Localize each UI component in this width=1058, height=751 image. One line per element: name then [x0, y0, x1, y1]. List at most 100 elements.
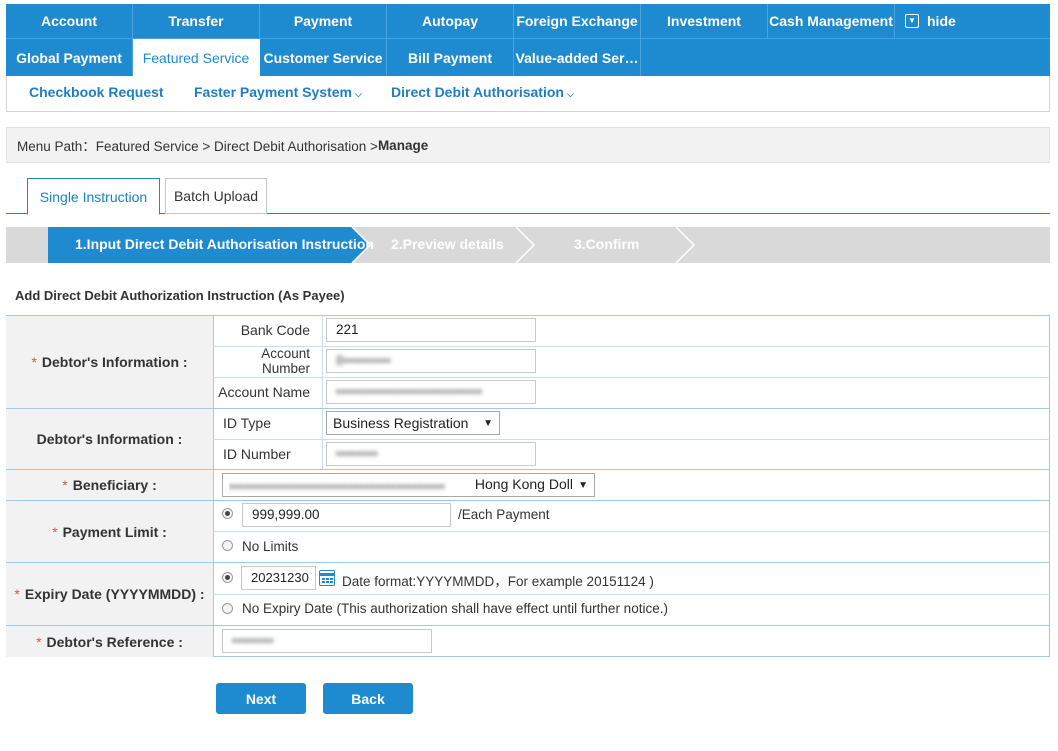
- id-number-input[interactable]: ••••••••: [326, 442, 536, 466]
- required-mark: *: [62, 477, 68, 493]
- each-payment-label: /Each Payment: [458, 507, 550, 522]
- expiry-date-radio[interactable]: [222, 572, 233, 583]
- bank-code-label: Bank Code: [240, 322, 310, 338]
- bank-code-input[interactable]: 221: [326, 318, 536, 342]
- step-indicator: 1.Input Direct Debit Authorisation Instr…: [6, 227, 1050, 263]
- instruction-tabs: Single Instruction Batch Upload: [6, 178, 1050, 215]
- required-mark: *: [31, 354, 37, 370]
- id-type-select[interactable]: Business Registration ▼: [326, 411, 500, 435]
- payment-limit-input[interactable]: 999,999.00: [242, 503, 451, 527]
- subnav-faster-payment-system-label: Faster Payment System: [194, 84, 352, 100]
- row-divider: [6, 562, 1050, 563]
- date-format-hint: Date format:YYYYMMDD，For example 2015112…: [342, 574, 654, 589]
- nav-autopay[interactable]: Autopay: [387, 4, 514, 38]
- no-limits-label: No Limits: [242, 539, 299, 554]
- sub-nav: Checkbook Request Faster Payment System ⌵…: [6, 76, 1050, 112]
- payment-limit-label: * Payment Limit :: [6, 501, 213, 562]
- account-name-input[interactable]: ••••••••••••••••••••••••••••: [326, 380, 536, 404]
- payment-limit-label-text: Payment Limit :: [62, 523, 167, 540]
- subnav-checkbook-request-label: Checkbook Request: [29, 84, 164, 100]
- subnav-faster-payment-system[interactable]: Faster Payment System ⌵: [194, 84, 362, 100]
- nav-cash-management[interactable]: Cash Management: [768, 4, 895, 38]
- step-1-label: 1.Input Direct Debit Authorisation Instr…: [75, 236, 374, 252]
- main-nav-row-1: Account Transfer Payment Autopay Foreign…: [6, 4, 1050, 38]
- calendar-icon[interactable]: [319, 570, 335, 586]
- id-number-value: ••••••••: [336, 446, 378, 461]
- nav-investment[interactable]: Investment: [641, 4, 768, 38]
- row-divider: [6, 625, 1050, 626]
- main-nav: Account Transfer Payment Autopay Foreign…: [6, 4, 1050, 76]
- row-divider: [213, 346, 1050, 347]
- chevron-down-icon: ⌵: [566, 89, 574, 99]
- debtor-info2-label-text: Debtor's Information :: [36, 431, 183, 447]
- nav-customer-service[interactable]: Customer Service: [260, 39, 387, 76]
- breadcrumb-current: Manage: [377, 137, 429, 153]
- subnav-direct-debit-authorisation[interactable]: Direct Debit Authorisation ⌵: [391, 84, 574, 100]
- row-divider: [213, 531, 1050, 532]
- beneficiary-select[interactable]: ••••••••••••••••••••••••••••••••••••••••…: [222, 473, 595, 497]
- nav-transfer[interactable]: Transfer: [133, 4, 260, 38]
- direct-debit-form: * Debtor's Information : Debtor's Inform…: [6, 315, 1050, 657]
- nav-account[interactable]: Account: [6, 4, 133, 38]
- dropdown-arrow-icon: ▼: [483, 417, 493, 429]
- subnav-checkbook-request[interactable]: Checkbook Request: [29, 84, 164, 100]
- nav-bill-payment[interactable]: Bill Payment: [387, 39, 514, 76]
- debtor-info2-label: Debtor's Information :: [6, 409, 213, 469]
- column-divider: [213, 316, 214, 657]
- row-divider: [6, 500, 1050, 501]
- row-divider: [213, 439, 1050, 440]
- dropdown-arrow-icon: ▼: [578, 479, 588, 491]
- chevron-down-icon: ⌵: [354, 89, 362, 99]
- nav-value-added-services[interactable]: Value-added Ser…: [514, 39, 641, 76]
- nav-payment[interactable]: Payment: [260, 4, 387, 38]
- breadcrumb-path: Menu Path：Featured Service > Direct Debi…: [17, 139, 378, 154]
- debtor-reference-label: * Debtor's Reference :: [6, 626, 213, 657]
- beneficiary-value: ••••••••••••••••••••••••••••••••••••••••…: [229, 476, 572, 493]
- debtor-info-label: * Debtor's Information :: [6, 316, 213, 408]
- back-button[interactable]: Back: [323, 683, 413, 714]
- account-name-label: Account Name: [218, 384, 310, 400]
- subnav-direct-debit-authorisation-label: Direct Debit Authorisation: [391, 84, 564, 100]
- row-divider: [6, 469, 1050, 470]
- row-divider: [213, 377, 1050, 378]
- row-divider: [213, 594, 1050, 595]
- no-expiry-label: No Expiry Date (This authorization shall…: [242, 601, 668, 616]
- id-number-label: ID Number: [223, 446, 291, 462]
- beneficiary-name: ••••••••••••••••••••••••••••••••••••••••: [229, 477, 446, 494]
- tab-batch-upload[interactable]: Batch Upload: [165, 178, 267, 214]
- step-2-label: 2.Preview details: [391, 236, 504, 252]
- sub-column-divider: [322, 316, 323, 469]
- id-type-value: Business Registration: [333, 415, 469, 431]
- next-button[interactable]: Next: [216, 683, 306, 714]
- tab-single-instruction[interactable]: Single Instruction: [27, 178, 160, 215]
- beneficiary-currency: Hong Kong Dollar: [474, 476, 572, 493]
- expiry-date-input[interactable]: 20231230: [241, 566, 316, 590]
- step-2-arrow-edge: [515, 227, 536, 263]
- collapse-icon: ▼: [905, 14, 919, 28]
- beneficiary-label: * Beneficiary :: [6, 470, 213, 500]
- account-number-value: 8•••••••••: [336, 353, 392, 368]
- step-3-label: 3.Confirm: [574, 236, 640, 252]
- account-number-input[interactable]: 8•••••••••: [326, 349, 536, 373]
- breadcrumb: Menu Path：Featured Service > Direct Debi…: [6, 127, 1050, 163]
- nav-global-payment[interactable]: Global Payment: [6, 39, 133, 76]
- nav-foreign-exchange[interactable]: Foreign Exchange: [514, 4, 641, 38]
- required-mark: *: [14, 586, 20, 602]
- expiry-date-label-text: Expiry Date (YYYYMMDD) :: [24, 586, 205, 602]
- id-type-label: ID Type: [223, 415, 271, 431]
- payment-limit-radio[interactable]: [222, 508, 233, 519]
- beneficiary-label-text: Beneficiary :: [72, 477, 157, 493]
- no-limits-radio[interactable]: [222, 540, 233, 551]
- nav-hide-label: hide: [927, 13, 956, 29]
- debtor-reference-input[interactable]: ••••••••: [222, 629, 432, 653]
- debtor-info-label-text: Debtor's Information :: [41, 354, 188, 370]
- row-divider: [6, 408, 1050, 409]
- required-mark: *: [52, 523, 58, 540]
- account-name-value: ••••••••••••••••••••••••••••: [336, 384, 483, 399]
- nav-featured-service[interactable]: Featured Service: [133, 39, 260, 76]
- nav-filler: [641, 39, 1050, 76]
- no-expiry-radio[interactable]: [222, 603, 233, 614]
- debtor-reference-label-text: Debtor's Reference :: [46, 633, 183, 650]
- nav-hide-toggle[interactable]: ▼ hide: [895, 4, 1050, 38]
- debtor-reference-value: ••••••••: [232, 633, 274, 648]
